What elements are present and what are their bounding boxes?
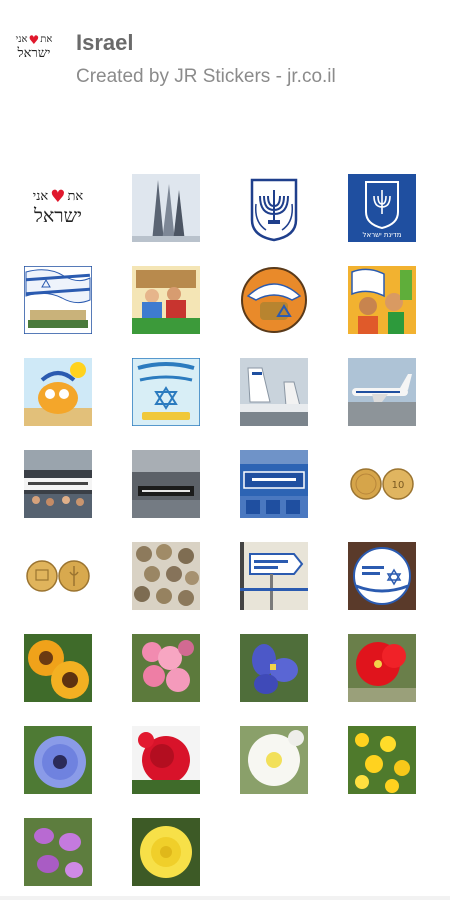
sticker-cartoon-hat-badge[interactable] [240,266,308,334]
sticker-logo-line1: אני ♥ את [32,187,84,207]
proud-to-be-israeli-image [132,358,200,426]
pack-icon[interactable]: אני ♥ את ישראל [10,26,58,68]
el-al-plane-runway-image [348,358,416,426]
coming-home-sign-image [240,542,308,610]
pink-geranium-image [132,634,200,702]
yellow-wildflowers-image [348,726,416,794]
menorah-emblem-image [240,174,308,242]
sticker-tower-monument[interactable] [132,174,200,242]
sticker-airport-crowd-banner[interactable] [24,450,92,518]
sticker-white-petunia[interactable] [240,726,308,794]
old-coins-pile-image [132,542,200,610]
sticker-logo-word-1: אני [32,189,49,204]
sticker-gold-coins-pair[interactable] [24,542,92,610]
sticker-coming-home-sign[interactable] [240,542,308,610]
sticker-sunflowers[interactable] [24,634,92,702]
yellow-flower-image [132,818,200,886]
cartoon-people-flag-image [348,266,416,334]
sticker-cartoon-family[interactable] [132,266,200,334]
state-emblem-image: מדינת ישראל [348,174,416,242]
airport-crowd-banner-image [24,450,92,518]
sticker-old-coins-pile[interactable] [132,542,200,610]
pack-icon-word-3: ישראל [17,45,51,61]
sticker-proud-to-be-israeli[interactable] [132,358,200,426]
purple-iris-image [240,634,308,702]
sticker-logo-word-2: את [67,189,84,204]
sticker-purple-iris[interactable] [240,634,308,702]
red-hibiscus-image [348,634,416,702]
cartoon-hat-badge-image [240,266,308,334]
pack-header: אני ♥ את ישראל Israel Created by JR Stic… [0,0,450,110]
svg-text:10: 10 [392,480,405,491]
sticker-red-rose[interactable] [132,726,200,794]
sticker-ten-shekel-coins[interactable]: 10 [348,450,416,518]
sticker-yellow-flower[interactable] [132,818,200,886]
pack-title: Israel [76,30,134,55]
sticker-state-emblem-blue[interactable]: מדינת ישראל [348,174,416,242]
sticker-el-al-plane-tail[interactable] [240,358,308,426]
sunflowers-image [24,634,92,702]
sticker-cartoon-people-flag[interactable] [348,266,416,334]
sticker-menorah-emblem[interactable] [240,174,308,242]
heart-icon: ♥ [50,187,66,207]
cartoon-family-image [132,266,200,334]
sticker-cartoon-sun-character[interactable] [24,358,92,426]
sticker-blue-anemone[interactable] [24,726,92,794]
white-petunia-image [240,726,308,794]
welcome-blue-sign-image [240,450,308,518]
sticker-logo-word-3: ישראל [33,205,83,227]
sticker-purple-orchids[interactable] [24,818,92,886]
sticker-flags-knesset[interactable] [24,266,92,334]
lets-go-home-sign-image [348,542,416,610]
sticker-lets-go-home-sign[interactable] [348,542,416,610]
cartoon-sun-character-image [24,358,92,426]
sticker-welcome-blue-sign[interactable] [240,450,308,518]
purple-orchids-image [24,818,92,886]
blue-anemone-image [24,726,92,794]
el-al-plane-tail-image [240,358,308,426]
sticker-pink-geranium[interactable] [132,634,200,702]
bottom-edge [0,896,450,900]
pack-icon-word-2: את [40,33,53,45]
sticker-el-al-plane-runway[interactable] [348,358,416,426]
sticker-red-hibiscus[interactable] [348,634,416,702]
airport-welcome-sign-image [132,450,200,518]
ten-shekel-coins-image: 10 [348,450,416,518]
sticker-yellow-wildflowers[interactable] [348,726,416,794]
pack-subtitle: Created by JR Stickers - jr.co.il [76,66,336,87]
tower-monument-image [132,174,200,242]
pack-icon-word-1: אני [15,33,28,45]
pack-icon-line1: אני ♥ את [16,34,53,46]
sticker-airport-welcome-sign[interactable] [132,450,200,518]
heart-icon: ♥ [28,32,40,47]
gold-coins-pair-image [24,542,92,610]
flags-knesset-image [24,266,92,334]
state-emblem-caption: מדינת ישראל [363,231,402,239]
sticker-ani-ohev-et-israel[interactable]: אני ♥ את ישראל [24,174,92,242]
red-rose-image [132,726,200,794]
